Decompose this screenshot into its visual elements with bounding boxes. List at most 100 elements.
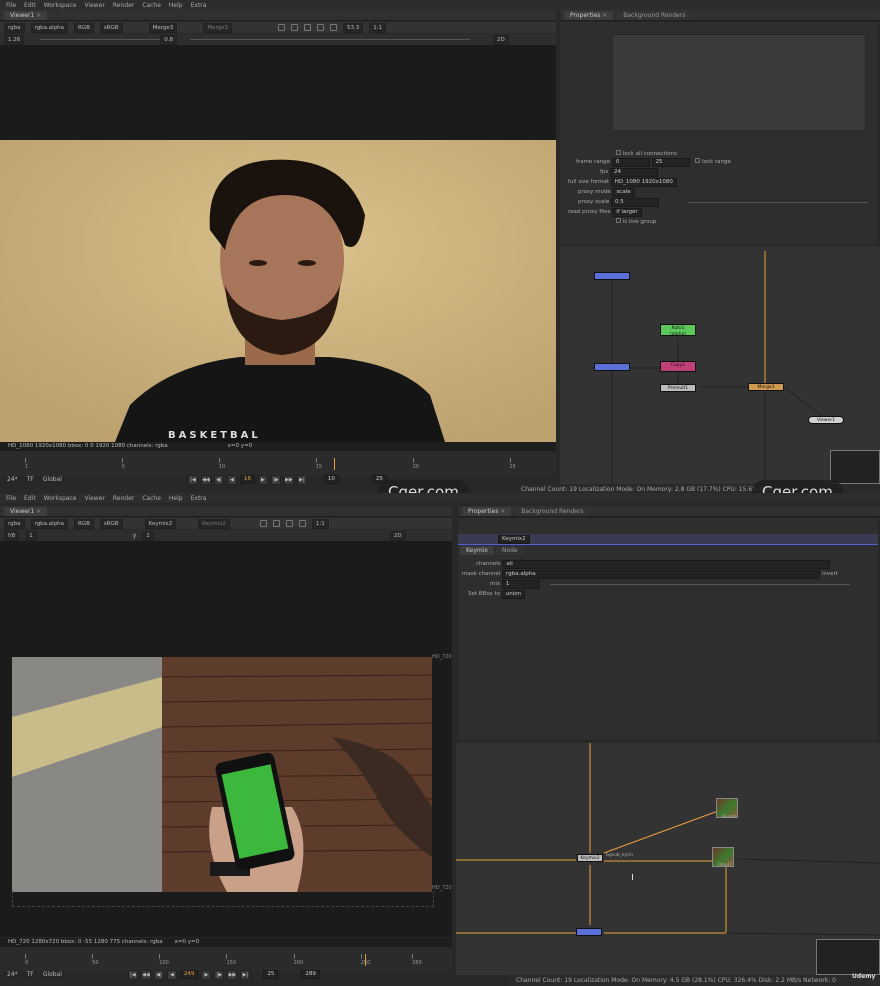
next-frame-button[interactable]: |▶ [214,969,225,980]
gain-slider[interactable] [40,39,160,40]
fps-select[interactable]: 24* [4,971,21,978]
play-back-button[interactable]: ◀ [166,969,177,980]
menu-edit[interactable]: Edit [24,2,36,9]
color-select[interactable]: RGB [74,22,94,33]
tab-viewer1[interactable]: Viewer1 [4,10,48,20]
node-graph-minimap[interactable] [830,450,880,484]
frame-end-field[interactable]: 25 [651,158,690,167]
live-group-checkbox[interactable] [616,218,621,223]
label-box[interactable] [612,34,866,131]
keymix-node[interactable]: Keymix2 [577,854,603,862]
current-frame-field[interactable]: 249 [179,970,199,979]
prev-frame-button[interactable]: ◀| [153,969,164,980]
proxy-scale-slider[interactable] [688,202,868,203]
play-button[interactable]: ▶ [201,969,212,980]
proxy-mode-select[interactable]: scale [612,188,635,197]
tab-node[interactable]: Node [495,546,524,555]
read-node-bottom[interactable] [594,363,630,371]
next-key-button[interactable]: ▶▶ [283,474,294,485]
gamma-field[interactable]: 0.8 [160,34,177,45]
clip-icon[interactable] [290,24,298,31]
timeline-ruler[interactable]: 0 50 100 150 200 250 289 [25,954,422,966]
playhead[interactable] [333,458,335,470]
view-mode-select[interactable]: 2D [389,530,406,541]
step-field[interactable]: 10 [323,475,339,484]
merge-node[interactable]: Merge3 [748,383,784,391]
copy-node[interactable]: Copy1 [660,361,696,372]
next-key-button[interactable]: ▶▶ [227,969,238,980]
colorspace-select[interactable]: sRGB [99,22,123,33]
global-select[interactable]: Global [39,476,65,483]
roi-icon[interactable] [277,24,285,31]
input-a-select[interactable]: Merge3 [148,22,178,33]
menu-cache[interactable]: Cache [142,495,161,502]
ratio-select[interactable]: 1:1 [311,518,329,529]
tf-select[interactable]: TF [23,971,37,978]
play-back-button[interactable]: ◀ [226,474,237,485]
menu-edit[interactable]: Edit [24,495,36,502]
first-frame-button[interactable]: |◀ [127,969,138,980]
prev-key-button[interactable]: ◀◀ [200,474,211,485]
read-node-top[interactable] [594,272,630,280]
color-select[interactable]: RGB [74,518,94,529]
bbox-select[interactable]: union [501,590,526,599]
node-name-field[interactable]: Keymix2 [498,535,530,544]
alpha-select[interactable]: rgba.alpha [30,22,69,33]
menu-cache[interactable]: Cache [142,2,161,9]
tf-select[interactable]: TF [23,476,37,483]
viewer-node[interactable]: Viewer1 [808,416,844,424]
end-frame-field[interactable]: 289 [301,970,320,979]
read-proxy-select[interactable]: if larger [612,208,642,217]
premult-node[interactable]: Premult1 [660,384,696,392]
last-frame-button[interactable]: ▶| [240,969,251,980]
channels-select[interactable]: all [502,560,831,569]
clip-icon[interactable] [272,520,280,527]
lock-range-checkbox[interactable] [695,158,701,163]
tab-properties[interactable]: Properties [462,506,512,516]
viewer-canvas[interactable]: BASKETBAL [0,45,556,442]
mix-slider[interactable] [550,584,850,585]
menu-file[interactable]: File [6,2,16,9]
fps-field[interactable]: 24 [610,168,659,177]
frame-field[interactable]: 1 [25,530,37,541]
pause-icon[interactable] [329,24,337,31]
gamma-slider[interactable] [190,39,470,40]
tab-background-renders[interactable]: Background Renders [515,506,590,516]
menu-viewer[interactable]: Viewer [84,2,104,9]
y-field[interactable]: 1 [142,530,154,541]
last-frame-button[interactable]: ▶| [296,474,307,485]
viewer-canvas[interactable]: HD_720 HD_720 [0,541,452,937]
menu-render[interactable]: Render [113,2,134,9]
colorspace-select[interactable]: sRGB [99,518,123,529]
node-graph-minimap[interactable] [816,939,880,975]
tab-viewer1[interactable]: Viewer1 [4,506,48,516]
input-a-select[interactable]: Keymix2 [144,518,177,529]
gain-field[interactable]: 1.26 [4,34,25,45]
roi-icon[interactable] [259,520,267,527]
playhead[interactable] [364,954,366,966]
zoom-select[interactable]: 53.3 [342,22,364,33]
timeline[interactable]: 1 5 10 15 20 25 [0,452,556,476]
channel-select[interactable]: rgba [4,22,25,33]
menu-file[interactable]: File [6,495,16,502]
fstop-select[interactable]: f/8 [4,530,20,541]
mix-field[interactable]: 1 [501,580,540,589]
merge-node[interactable] [576,928,602,936]
tab-properties[interactable]: Properties [564,10,614,20]
alpha-select[interactable]: rgba.alpha [30,518,69,529]
menu-render[interactable]: Render [113,495,134,502]
proxy-icon[interactable] [298,520,306,527]
tab-background-renders[interactable]: Background Renders [617,10,692,20]
lock-all-checkbox[interactable] [616,150,621,155]
menu-help[interactable]: Help [169,495,183,502]
menu-workspace[interactable]: Workspace [44,495,77,502]
ratio-select[interactable]: 1:1 [369,22,387,33]
timeline-ruler[interactable]: 1 5 10 15 20 25 [25,458,535,470]
frame-start-field[interactable]: 0 [611,158,650,167]
play-button[interactable]: ▶ [257,474,268,485]
lut-icon[interactable] [285,520,293,527]
proxy-icon[interactable] [316,24,324,31]
input-b-select[interactable]: Keymix2 [198,518,230,529]
proxy-scale-field[interactable]: 0.5 [611,198,660,207]
step-field[interactable]: 25 [263,970,279,979]
